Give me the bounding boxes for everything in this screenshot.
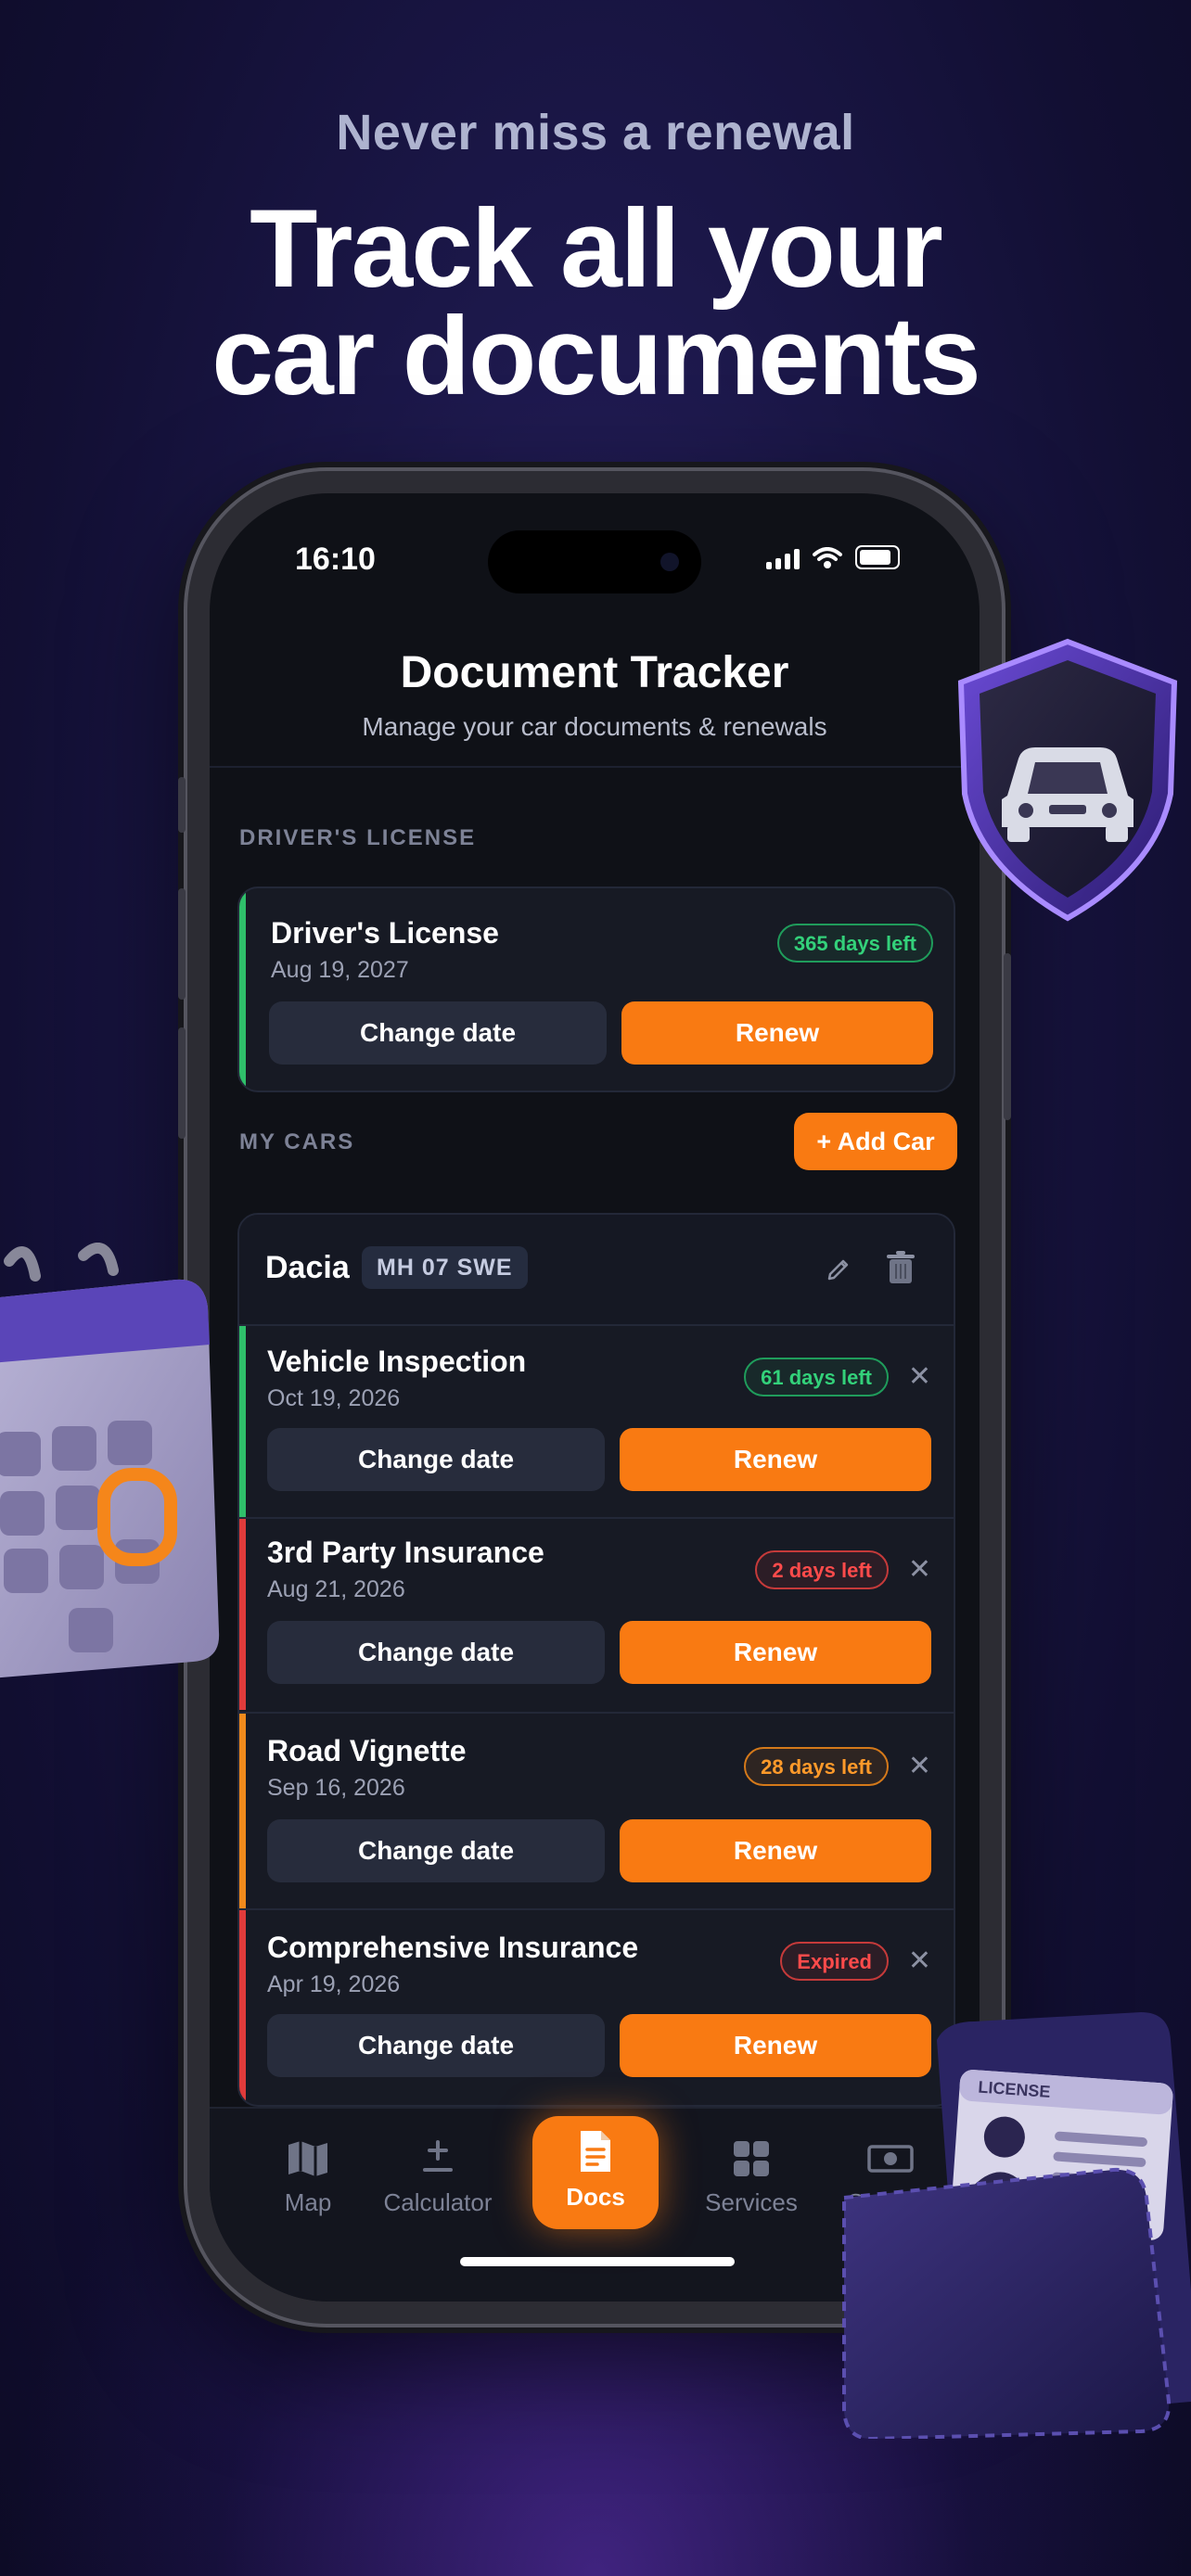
renew-button[interactable]: Renew <box>620 1819 931 1882</box>
page-subtitle: Manage your car documents & renewals <box>362 712 827 741</box>
change-date-button[interactable]: Change date <box>267 1621 605 1684</box>
change-date-button[interactable]: Change date <box>267 1819 605 1882</box>
status-accent-bar <box>239 1326 246 1517</box>
renew-button[interactable]: Renew <box>621 1001 933 1065</box>
headline-line-2: car documents <box>211 294 981 418</box>
days-left-badge: 365 days left <box>776 924 933 963</box>
days-left-badge: 2 days left <box>755 1550 889 1589</box>
battery-icon <box>855 545 900 569</box>
close-icon[interactable]: ✕ <box>908 1753 931 1780</box>
status-time: 16:10 <box>295 542 376 577</box>
trash-icon[interactable] <box>885 1250 916 1285</box>
close-icon[interactable]: ✕ <box>908 1363 931 1391</box>
drivers-license-section-label: DRIVER'S LICENSE <box>239 825 477 850</box>
car-name: Dacia <box>265 1250 350 1285</box>
wallet-license-icon: LICENSE <box>842 2012 1191 2439</box>
document-date: Sep 16, 2026 <box>267 1775 405 1801</box>
tab-label: Docs <box>566 2183 625 2211</box>
document-date: Aug 19, 2027 <box>271 957 409 983</box>
add-car-button[interactable]: + Add Car <box>794 1113 957 1170</box>
document-icon <box>532 2116 659 2183</box>
my-cars-section-label: MY CARS <box>239 1129 355 1154</box>
document-row-3rd-party-insurance: 3rd Party Insurance Aug 21, 2026 2 days … <box>239 1519 954 1710</box>
document-row-road-vignette: Road Vignette Sep 16, 2026 28 days left … <box>239 1714 954 1908</box>
status-accent-bar <box>239 1714 246 1908</box>
document-date: Apr 19, 2026 <box>267 1971 401 1997</box>
renew-button[interactable]: Renew <box>620 1428 931 1491</box>
tab-calculator[interactable]: Calculator <box>373 2131 503 2217</box>
promo-headline: Track all your car documents <box>0 186 1191 418</box>
days-left-badge: 28 days left <box>744 1747 889 1786</box>
status-accent-bar <box>239 888 246 1090</box>
close-icon[interactable]: ✕ <box>908 1556 931 1584</box>
calculator-icon <box>373 2131 503 2183</box>
status-accent-bar <box>239 1519 246 1710</box>
document-date: Oct 19, 2026 <box>267 1385 401 1411</box>
pencil-icon[interactable] <box>826 1254 853 1282</box>
dynamic-island <box>488 530 701 593</box>
renew-button[interactable]: Renew <box>620 1621 931 1684</box>
cellular-signal-icon <box>766 549 800 569</box>
status-icons <box>766 545 900 569</box>
header-divider <box>210 766 980 768</box>
change-date-button[interactable]: Change date <box>269 1001 607 1065</box>
grid-icon <box>686 2131 816 2183</box>
drivers-license-card: Driver's License Aug 19, 2027 365 days l… <box>237 886 955 1092</box>
camera-icon <box>660 553 679 571</box>
phone-power-button <box>1004 953 1011 1120</box>
tab-label: Calculator <box>383 2188 493 2216</box>
phone-volume-up <box>178 888 186 1000</box>
document-title: Vehicle Inspection <box>267 1345 527 1378</box>
shield-car-icon <box>957 638 1178 922</box>
tab-docs[interactable]: Docs <box>532 2116 659 2229</box>
car-header: Dacia MH 07 SWE <box>239 1215 954 1326</box>
calendar-icon <box>0 1243 220 1678</box>
map-icon <box>243 2131 373 2183</box>
page-title: Document Tracker <box>400 648 789 697</box>
wifi-icon <box>813 547 842 568</box>
document-date: Aug 21, 2026 <box>267 1576 405 1602</box>
document-row-vehicle-inspection: Vehicle Inspection Oct 19, 2026 61 days … <box>239 1326 954 1517</box>
phone-volume-down <box>178 1027 186 1139</box>
document-title: Road Vignette <box>267 1734 467 1767</box>
home-indicator <box>460 2257 735 2266</box>
change-date-button[interactable]: Change date <box>267 1428 605 1491</box>
tab-label: Map <box>284 2188 332 2216</box>
tab-services[interactable]: Services <box>686 2131 816 2217</box>
change-date-button[interactable]: Change date <box>267 2014 605 2077</box>
tab-label: Services <box>705 2188 798 2216</box>
promo-kicker: Never miss a renewal <box>336 105 855 160</box>
headline-line-1: Track all your <box>250 186 943 311</box>
close-icon[interactable]: ✕ <box>908 1947 931 1975</box>
document-title: Comprehensive Insurance <box>267 1931 639 1964</box>
car-card: Dacia MH 07 SWE Vehicle Inspection Oct 1… <box>237 1213 955 2107</box>
status-accent-bar <box>239 1910 246 2105</box>
days-left-badge: 61 days left <box>744 1358 889 1396</box>
license-plate: MH 07 SWE <box>362 1246 528 1289</box>
document-title: 3rd Party Insurance <box>267 1536 544 1569</box>
document-title: Driver's License <box>271 916 499 950</box>
tab-map[interactable]: Map <box>243 2131 373 2217</box>
expired-badge: Expired <box>780 1942 889 1981</box>
phone-action-button <box>178 777 186 833</box>
